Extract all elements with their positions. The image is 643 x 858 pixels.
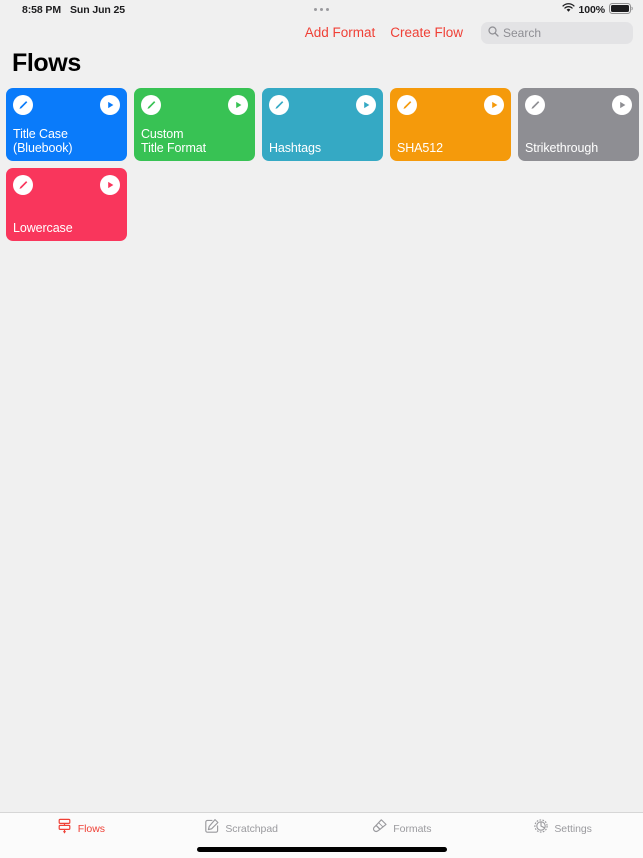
flow-card[interactable]: Lowercase xyxy=(6,168,127,241)
flowchart-icon xyxy=(56,818,73,840)
status-bar: 8:58 PM Sun Jun 25 100% xyxy=(0,0,643,19)
status-bar-right: 100% xyxy=(561,0,633,19)
home-indicator xyxy=(196,847,447,852)
flow-card-actions xyxy=(269,95,376,115)
search-input[interactable] xyxy=(503,25,626,40)
wifi-icon xyxy=(561,3,575,16)
play-icon[interactable] xyxy=(356,95,376,115)
play-icon[interactable] xyxy=(100,95,120,115)
flow-card[interactable]: Hashtags xyxy=(262,88,383,161)
flow-card-label: Title Case (Bluebook) xyxy=(13,127,73,155)
navigation-bar: Add Format Create Flow xyxy=(0,19,643,46)
flow-card-actions xyxy=(141,95,248,115)
tab-scratchpad[interactable]: Scratchpad xyxy=(161,818,322,839)
status-date: Sun Jun 25 xyxy=(69,3,125,16)
compose-square-icon xyxy=(204,818,220,839)
status-time: 8:58 PM xyxy=(22,3,61,16)
search-icon xyxy=(488,24,499,42)
tab-label: Flows xyxy=(77,823,105,835)
tab-label: Scratchpad xyxy=(225,822,278,835)
battery-percent-label: 100% xyxy=(578,3,606,16)
pencil-icon[interactable] xyxy=(13,175,33,195)
play-icon[interactable] xyxy=(228,95,248,115)
play-icon[interactable] xyxy=(484,95,504,115)
pencil-icon[interactable] xyxy=(397,95,417,115)
tab-label: Settings xyxy=(554,822,592,835)
page-title: Flows xyxy=(12,49,81,77)
create-flow-button[interactable]: Create Flow xyxy=(390,25,463,40)
status-bar-left: 8:58 PM Sun Jun 25 xyxy=(22,4,125,16)
tab-formats[interactable]: Formats xyxy=(322,818,483,839)
play-icon[interactable] xyxy=(100,175,120,195)
app-screen: 8:58 PM Sun Jun 25 100% Add Format Creat… xyxy=(0,0,643,858)
flow-card[interactable]: Strikethrough xyxy=(518,88,639,161)
flows-content-area: Title Case (Bluebook) Custom Title Format Ha… xyxy=(0,78,643,812)
paintbrush-icon xyxy=(372,818,388,839)
search-field[interactable] xyxy=(481,21,633,44)
flow-card-label: Strikethrough xyxy=(525,141,599,155)
flow-card-actions xyxy=(525,95,632,115)
flow-card[interactable]: Custom Title Format xyxy=(134,88,255,161)
flow-card-label: Custom Title Format xyxy=(141,127,207,155)
play-icon[interactable] xyxy=(612,95,632,115)
battery-full-icon xyxy=(609,2,633,17)
flow-card-actions xyxy=(13,95,120,115)
flow-card-label: Hashtags xyxy=(269,141,322,155)
tab-label: Formats xyxy=(393,822,432,835)
flow-card-label: Lowercase xyxy=(13,221,73,235)
tab-flows[interactable]: Flows xyxy=(0,818,161,840)
gear-icon xyxy=(533,818,549,839)
flow-card[interactable]: Title Case (Bluebook) xyxy=(6,88,127,161)
flow-card-actions xyxy=(13,175,120,195)
add-format-button[interactable]: Add Format xyxy=(305,25,376,40)
flows-grid: Title Case (Bluebook) Custom Title Format Ha… xyxy=(6,88,643,241)
flow-card-actions xyxy=(397,95,504,115)
pencil-icon[interactable] xyxy=(269,95,289,115)
flow-card-label: SHA512 xyxy=(397,141,443,155)
pencil-icon[interactable] xyxy=(13,95,33,115)
pencil-icon[interactable] xyxy=(525,95,545,115)
flow-card[interactable]: SHA512 xyxy=(390,88,511,161)
tab-settings[interactable]: Settings xyxy=(482,818,643,839)
pencil-icon[interactable] xyxy=(141,95,161,115)
